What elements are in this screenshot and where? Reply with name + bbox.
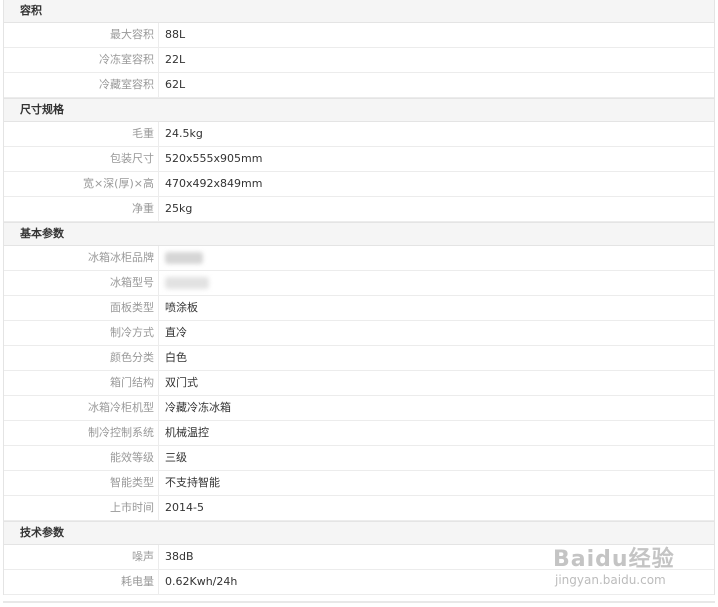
spec-value: 不支持智能 [165,476,220,489]
spec-value [159,246,714,270]
spec-label: 净重 [4,197,159,221]
spec-value: 冷藏冷冻冰箱 [165,401,231,414]
spec-value: 88L [165,28,186,41]
spec-label: 箱门结构 [4,371,159,395]
spec-value: 22L [165,53,186,66]
spec-value: 520x555x905mm [165,152,263,165]
spec-value: 62L [165,78,186,91]
spec-row: 箱门结构 双门式 [4,371,714,396]
spec-row: 能效等级 三级 [4,446,714,471]
spec-label: 能效等级 [4,446,159,470]
spec-label: 耗电量 [4,570,159,594]
spec-label: 冰箱冷柜机型 [4,396,159,420]
spec-value: 2014-5 [165,501,204,514]
section-title: 尺寸规格 [4,98,714,122]
spec-label: 面板类型 [4,296,159,320]
spec-row: 冰箱型号 [4,271,714,296]
spec-row: 上市时间 2014-5 [4,496,714,521]
spec-label: 冰箱冰柜品牌 [4,246,159,270]
spec-row: 冷冻室容积 22L [4,48,714,73]
spec-value: 470x492x849mm [165,177,263,190]
spec-label: 制冷控制系统 [4,421,159,445]
spec-value: 白色 [165,351,187,364]
section-title: 基本参数 [4,222,714,246]
spec-label: 冰箱型号 [4,271,159,295]
spec-label: 冷冻室容积 [4,48,159,72]
spec-row: 制冷控制系统 机械温控 [4,421,714,446]
spec-row: 智能类型 不支持智能 [4,471,714,496]
blurred-value [165,277,209,289]
spec-value: 24.5kg [165,127,203,140]
spec-label: 制冷方式 [4,321,159,345]
spec-row: 包装尺寸 520x555x905mm [4,147,714,172]
blurred-value [165,252,203,264]
spec-value [159,271,714,295]
spec-label: 包装尺寸 [4,147,159,171]
baidu-watermark: Baidu经验 jingyan.baidu.com [553,541,713,593]
spec-value: 25kg [165,202,193,215]
spec-label: 冷藏室容积 [4,73,159,97]
spec-row: 面板类型 喷涂板 [4,296,714,321]
watermark-url-text: jingyan.baidu.com [555,573,666,587]
spec-label: 智能类型 [4,471,159,495]
spec-row: 宽×深(厚)×高 470x492x849mm [4,172,714,197]
spec-label: 宽×深(厚)×高 [4,172,159,196]
spec-value: 双门式 [165,376,198,389]
spec-value: 机械温控 [165,426,209,439]
spec-label: 颜色分类 [4,346,159,370]
spec-label: 毛重 [4,122,159,146]
spec-label: 上市时间 [4,496,159,520]
spec-row: 最大容积 88L [4,23,714,48]
spec-value: 喷涂板 [165,301,198,314]
spec-label: 最大容积 [4,23,159,47]
watermark-logo-text: Baidu经验 [553,547,675,572]
spec-row: 净重 25kg [4,197,714,222]
bottom-divider [3,601,715,603]
spec-table: 容积 最大容积 88L 冷冻室容积 22L 冷藏室容积 62L 尺寸规格 毛重 24.5kg 包装尺… [3,0,715,595]
spec-row: 冰箱冰柜品牌 [4,246,714,271]
section-title: 容积 [4,0,714,23]
spec-value: 直冷 [165,326,187,339]
spec-row: 制冷方式 直冷 [4,321,714,346]
spec-label: 噪声 [4,545,159,569]
spec-row: 颜色分类 白色 [4,346,714,371]
spec-row: 冷藏室容积 62L [4,73,714,98]
spec-value: 三级 [165,451,187,464]
spec-row: 冰箱冷柜机型 冷藏冷冻冰箱 [4,396,714,421]
spec-row: 毛重 24.5kg [4,122,714,147]
